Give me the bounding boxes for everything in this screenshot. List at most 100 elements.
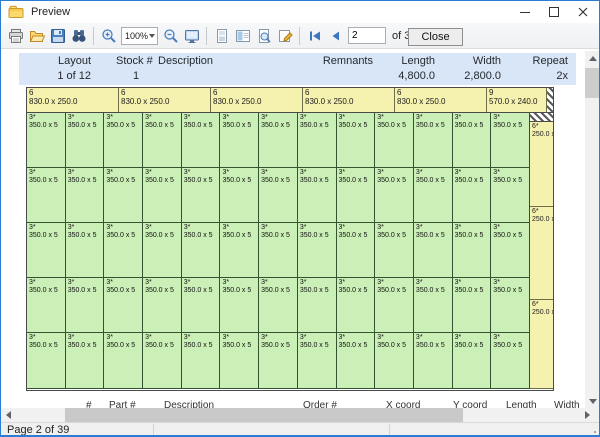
open-button[interactable] bbox=[27, 26, 46, 46]
summary-label-length: Length bbox=[365, 55, 435, 67]
part-piece: 3*350.0 x 5 bbox=[220, 223, 259, 278]
part-piece: 3*350.0 x 5 bbox=[66, 113, 105, 168]
toolbar-separator bbox=[93, 27, 94, 45]
scroll-down-button[interactable] bbox=[585, 394, 600, 409]
part-piece: 3*350.0 x 5 bbox=[66, 278, 105, 333]
horizontal-scrollbar[interactable] bbox=[1, 408, 600, 422]
part-piece: 3*350.0 x 5 bbox=[259, 333, 298, 389]
close-window-button[interactable] bbox=[568, 1, 597, 23]
part-piece: 3*350.0 x 5 bbox=[491, 278, 530, 333]
previous-page-button[interactable] bbox=[326, 26, 345, 46]
part-piece: 3*350.0 x 5 bbox=[27, 278, 66, 333]
vertical-scrollbar[interactable] bbox=[585, 51, 600, 409]
vertical-scroll-thumb[interactable] bbox=[585, 68, 600, 98]
part-piece: 3*350.0 x 5 bbox=[375, 333, 414, 389]
first-page-icon bbox=[307, 28, 323, 44]
summary-label-stock: Stock # bbox=[116, 55, 153, 67]
summary-label-description: Description bbox=[158, 55, 213, 67]
scroll-up-button[interactable] bbox=[585, 51, 600, 66]
part-piece: 3*350.0 x 5 bbox=[375, 168, 414, 223]
find-button[interactable] bbox=[69, 26, 88, 46]
page-single-button[interactable] bbox=[212, 26, 231, 46]
stock-strip-piece: 9570.0 x 240.0 bbox=[487, 88, 547, 112]
status-page-text: Page 2 of 39 bbox=[7, 424, 69, 436]
part-piece: 3*350.0 x 5 bbox=[453, 223, 492, 278]
part-piece: 3*350.0 x 5 bbox=[104, 333, 143, 389]
arrow-right-icon bbox=[585, 411, 590, 419]
minimize-button[interactable] bbox=[510, 1, 539, 23]
statusbar-separator bbox=[389, 424, 390, 435]
zoom-level-dropdown[interactable]: 100% bbox=[121, 27, 158, 45]
part-piece: 3*350.0 x 5 bbox=[27, 333, 66, 389]
resize-grip-icon[interactable] bbox=[594, 431, 596, 433]
part-piece: 3*350.0 x 5 bbox=[259, 113, 298, 168]
page-columns-button[interactable] bbox=[233, 26, 252, 46]
print-icon bbox=[8, 28, 24, 44]
part-piece: 3*350.0 x 5 bbox=[337, 168, 376, 223]
save-icon bbox=[50, 28, 66, 44]
summary-label-layout: Layout bbox=[58, 55, 91, 67]
part-piece: 3*350.0 x 5 bbox=[375, 223, 414, 278]
previous-page-icon bbox=[328, 28, 344, 44]
status-bar: Page 2 of 39 bbox=[1, 422, 599, 436]
part-piece: 3*350.0 x 5 bbox=[182, 168, 221, 223]
part-piece: 3*350.0 x 5 bbox=[337, 333, 376, 389]
page-single-icon bbox=[214, 28, 230, 44]
part-piece: 3*350.0 x 5 bbox=[259, 223, 298, 278]
scroll-left-button[interactable] bbox=[1, 408, 15, 422]
part-piece: 3*350.0 x 5 bbox=[182, 278, 221, 333]
part-piece: 3*350.0 x 5 bbox=[298, 168, 337, 223]
page-edit-button[interactable] bbox=[275, 26, 294, 46]
zoom-out-button[interactable] bbox=[161, 26, 180, 46]
right-column: 6*250.0 x6*250.0 x6*250.0 x bbox=[530, 113, 553, 389]
part-piece: 3*350.0 x 5 bbox=[220, 333, 259, 389]
part-piece: 3*350.0 x 5 bbox=[143, 333, 182, 389]
first-page-button[interactable] bbox=[305, 26, 324, 46]
zoom-level-value: 100% bbox=[125, 31, 148, 41]
part-piece: 3*350.0 x 5 bbox=[27, 168, 66, 223]
part-piece: 3*350.0 x 5 bbox=[143, 113, 182, 168]
print-button[interactable] bbox=[6, 26, 25, 46]
part-piece: 3*350.0 x 5 bbox=[453, 278, 492, 333]
zoom-in-button[interactable] bbox=[99, 26, 118, 46]
window-controls bbox=[510, 1, 597, 23]
arrow-up-icon bbox=[589, 56, 597, 61]
part-piece: 3*350.0 x 5 bbox=[66, 333, 105, 389]
part-piece: 3*350.0 x 5 bbox=[491, 333, 530, 389]
monitor-icon bbox=[184, 28, 200, 44]
part-piece: 3*350.0 x 5 bbox=[104, 113, 143, 168]
horizontal-scroll-thumb[interactable] bbox=[65, 408, 463, 422]
page-preview-button[interactable] bbox=[254, 26, 273, 46]
part-piece: 3*350.0 x 5 bbox=[298, 333, 337, 389]
stock-strip-piece: 6830.0 x 250.0 bbox=[119, 88, 211, 112]
stock-strip-row: 6830.0 x 250.06830.0 x 250.06830.0 x 250… bbox=[27, 88, 553, 113]
fit-screen-button[interactable] bbox=[182, 26, 201, 46]
save-button[interactable] bbox=[48, 26, 67, 46]
part-piece: 3*350.0 x 5 bbox=[453, 168, 492, 223]
toolbar: 100% of 39 Close bbox=[1, 23, 599, 49]
part-piece: 3*350.0 x 5 bbox=[27, 223, 66, 278]
close-button[interactable]: Close bbox=[408, 28, 463, 46]
preview-window: Preview 100% of 39 Close bbox=[0, 0, 600, 437]
layout-summary-band: Layout Stock # Description Remnants Leng… bbox=[19, 53, 576, 85]
part-piece: 3*350.0 x 5 bbox=[375, 113, 414, 168]
nesting-sheet: 6830.0 x 250.06830.0 x 250.06830.0 x 250… bbox=[26, 87, 554, 391]
stock-strip-piece: 6830.0 x 250.0 bbox=[211, 88, 303, 112]
part-piece: 3*350.0 x 5 bbox=[143, 168, 182, 223]
toolbar-separator bbox=[299, 27, 300, 45]
sheet-main-area: 3*350.0 x 53*350.0 x 53*350.0 x 53*350.0… bbox=[27, 113, 553, 389]
scroll-right-button[interactable] bbox=[580, 408, 594, 422]
zoom-out-icon bbox=[163, 28, 179, 44]
waste-hatch-area bbox=[547, 88, 553, 112]
summary-label-remnants: Remnants bbox=[313, 55, 373, 67]
close-icon bbox=[575, 4, 591, 20]
part-piece: 3*350.0 x 5 bbox=[414, 278, 453, 333]
zoom-in-icon bbox=[101, 28, 117, 44]
arrow-down-icon bbox=[589, 399, 597, 404]
part-piece: 3*350.0 x 5 bbox=[453, 333, 492, 389]
minimize-icon bbox=[517, 4, 533, 20]
maximize-button[interactable] bbox=[539, 1, 568, 23]
part-piece: 3*350.0 x 5 bbox=[298, 223, 337, 278]
part-grid: 3*350.0 x 53*350.0 x 53*350.0 x 53*350.0… bbox=[27, 113, 530, 389]
page-number-input[interactable] bbox=[348, 27, 386, 44]
